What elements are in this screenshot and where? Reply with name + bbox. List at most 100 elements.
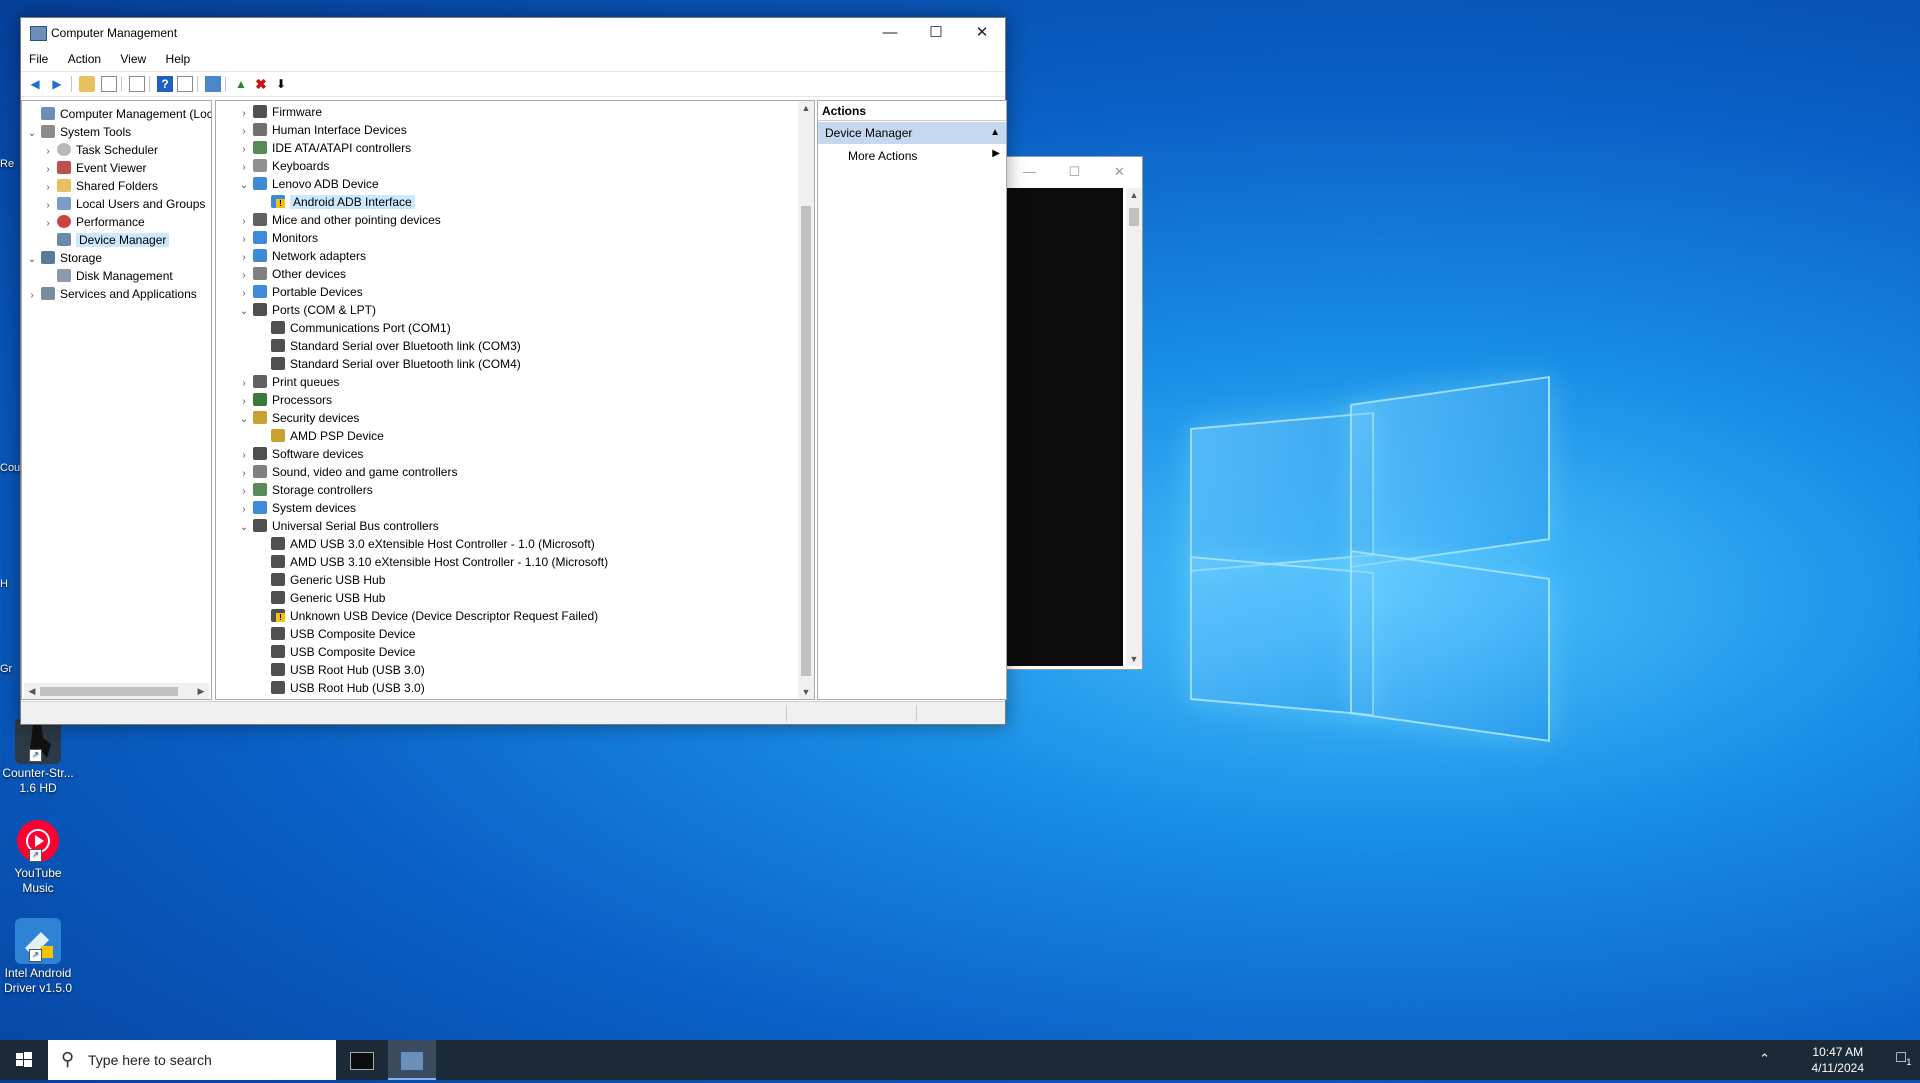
- show-hide-tree-icon[interactable]: [101, 76, 117, 92]
- forward-arrow-icon[interactable]: ▶: [49, 76, 65, 92]
- collapse-icon[interactable]: ▲: [990, 122, 1000, 144]
- device-tree-item[interactable]: AMD PSP Device: [256, 427, 384, 445]
- minimize-icon[interactable]: —: [1007, 157, 1052, 187]
- start-button[interactable]: [0, 1040, 48, 1080]
- device-tree-item[interactable]: Generic USB Hub: [256, 571, 385, 589]
- chevron-right-icon[interactable]: ›: [26, 287, 38, 305]
- chevron-down-icon[interactable]: ⌄: [238, 303, 250, 321]
- tree-item-local-users[interactable]: › Local Users and Groups: [42, 195, 205, 213]
- show-hide-action-pane-icon[interactable]: [177, 76, 193, 92]
- menu-action[interactable]: Action: [60, 48, 109, 70]
- device-tree-item[interactable]: › Portable Devices: [238, 283, 363, 301]
- maximize-icon[interactable]: ☐: [1052, 157, 1097, 187]
- tree-item-computer-management[interactable]: Computer Management (Local: [26, 105, 211, 123]
- device-tree-item[interactable]: › Monitors: [238, 229, 318, 247]
- device-tree-item[interactable]: Communications Port (COM1): [256, 319, 451, 337]
- console-tree[interactable]: Computer Management (Local ⌄ System Tools…: [21, 100, 212, 700]
- device-tree-item[interactable]: › Human Interface Devices: [238, 121, 407, 139]
- device-tree-item[interactable]: USB Root Hub (USB 3.0): [256, 679, 425, 697]
- chevron-down-icon[interactable]: ⌄: [238, 411, 250, 429]
- tree-item-system-tools[interactable]: ⌄ System Tools: [26, 123, 131, 141]
- update-driver-icon[interactable]: ▲: [233, 76, 249, 92]
- device-tree-item[interactable]: ⌄ Ports (COM & LPT): [238, 301, 376, 319]
- back-arrow-icon[interactable]: ◀: [27, 76, 43, 92]
- close-button[interactable]: ✕: [959, 18, 1005, 48]
- vertical-scrollbar[interactable]: ▲ ▼: [798, 101, 814, 699]
- titlebar[interactable]: Computer Management — ☐ ✕: [21, 18, 1005, 48]
- console-window[interactable]: — ☐ ✕ ▲ ▼: [1000, 156, 1143, 670]
- actions-section-device-manager[interactable]: Device Manager ▲: [818, 122, 1006, 144]
- device-tree-item[interactable]: › System devices: [238, 499, 356, 517]
- tree-item-task-scheduler[interactable]: › Task Scheduler: [42, 141, 158, 159]
- device-tree-item[interactable]: Standard Serial over Bluetooth link (COM…: [256, 355, 521, 373]
- tree-item-disk-management[interactable]: Disk Management: [42, 267, 173, 285]
- device-tree-item[interactable]: Generic USB Hub: [256, 589, 385, 607]
- tree-item-shared-folders[interactable]: › Shared Folders: [42, 177, 158, 195]
- device-tree-item[interactable]: Android ADB Interface: [256, 193, 415, 211]
- device-tree-item[interactable]: USB Root Hub (USB 3.0): [256, 661, 425, 679]
- properties-icon[interactable]: [129, 76, 145, 92]
- desktop-icon-fragment[interactable]: Re: [0, 158, 22, 170]
- device-tree-item[interactable]: › Keyboards: [238, 157, 329, 175]
- desktop-icon-fragment[interactable]: Gr: [0, 663, 22, 675]
- chevron-down-icon[interactable]: ⌄: [26, 251, 38, 269]
- desktop-icon-fragment[interactable]: H: [0, 578, 22, 590]
- device-tree-item[interactable]: › Network adapters: [238, 247, 366, 265]
- device-tree-item[interactable]: › IDE ATA/ATAPI controllers: [238, 139, 411, 157]
- computer-management-icon: [400, 1050, 424, 1071]
- device-tree-item[interactable]: ⌄ Security devices: [238, 409, 359, 427]
- device-tree-item[interactable]: › Storage controllers: [238, 481, 373, 499]
- menu-file[interactable]: File: [21, 48, 56, 70]
- chevron-down-icon[interactable]: ⌄: [26, 125, 38, 143]
- device-tree-item[interactable]: › Processors: [238, 391, 332, 409]
- device-tree-item[interactable]: AMD USB 3.0 eXtensible Host Controller -…: [256, 535, 595, 553]
- device-tree-item[interactable]: › Software devices: [238, 445, 363, 463]
- taskbar-search-box[interactable]: ⚲ Type here to search: [48, 1040, 336, 1080]
- desktop-icon-counter-strike[interactable]: ↗ Counter-Str... 1.6 HD: [0, 718, 76, 796]
- device-tree-item[interactable]: Standard Serial over Bluetooth link (COM…: [256, 337, 521, 355]
- device-tree-item[interactable]: › Print queues: [238, 373, 339, 391]
- device-tree-item[interactable]: ⌄ Universal Serial Bus controllers: [238, 517, 439, 535]
- minimize-button[interactable]: —: [867, 18, 913, 48]
- disable-device-icon[interactable]: ⬇: [273, 76, 289, 92]
- up-folder-icon[interactable]: [79, 76, 95, 92]
- tree-item-event-viewer[interactable]: › Event Viewer: [42, 159, 146, 177]
- chevron-down-icon[interactable]: ⌄: [238, 519, 250, 537]
- desktop-icon-fragment[interactable]: Cou 1.6: [0, 462, 22, 474]
- device-tree[interactable]: › Firmware › Human Interface Devices › IDE AT…: [215, 100, 815, 700]
- console-output[interactable]: [1007, 188, 1123, 666]
- close-icon[interactable]: ✕: [1097, 157, 1142, 187]
- menu-help[interactable]: Help: [158, 48, 199, 70]
- maximize-button[interactable]: ☐: [913, 18, 959, 48]
- show-hidden-icons-chevron-icon[interactable]: ⌃: [1759, 1051, 1770, 1067]
- device-tree-item[interactable]: USB Composite Device: [256, 625, 415, 643]
- device-tree-item[interactable]: USB Composite Device: [256, 643, 415, 661]
- help-icon[interactable]: ?: [157, 76, 173, 92]
- tree-item-services-applications[interactable]: › Services and Applications: [26, 285, 197, 303]
- chevron-down-icon[interactable]: ⌄: [238, 177, 250, 195]
- taskbar-clock[interactable]: 10:47 AM 4/11/2024: [1812, 1044, 1865, 1076]
- tree-item-performance[interactable]: › Performance: [42, 213, 145, 231]
- menu-view[interactable]: View: [112, 48, 154, 70]
- tree-item-device-manager[interactable]: Device Manager: [42, 231, 170, 249]
- taskbar-computer-management-app[interactable]: [388, 1040, 436, 1080]
- horizontal-scrollbar[interactable]: ◀ ▶: [24, 683, 209, 699]
- notification-center-button[interactable]: □ 1: [1896, 1049, 1911, 1067]
- console-titlebar[interactable]: — ☐ ✕: [1001, 157, 1142, 187]
- device-tree-item[interactable]: › Other devices: [238, 265, 346, 283]
- desktop-icon-youtube-music[interactable]: ↗ YouTube Music: [0, 818, 76, 896]
- device-tree-item[interactable]: AMD USB 3.10 eXtensible Host Controller …: [256, 553, 608, 571]
- device-tree-item[interactable]: › Sound, video and game controllers: [238, 463, 457, 481]
- computer-management-window[interactable]: Computer Management — ☐ ✕ File Action Vi…: [20, 17, 1007, 725]
- desktop-icon-intel-android-driver[interactable]: ↗ Intel Android Driver v1.5.0: [0, 918, 76, 996]
- device-tree-item[interactable]: › Mice and other pointing devices: [238, 211, 441, 229]
- device-tree-item[interactable]: Unknown USB Device (Device Descriptor Re…: [256, 607, 598, 625]
- device-tree-item[interactable]: ⌄ Lenovo ADB Device: [238, 175, 379, 193]
- device-tree-item[interactable]: › Firmware: [238, 103, 322, 121]
- console-scrollbar[interactable]: ▲ ▼: [1126, 188, 1142, 666]
- scan-hardware-icon[interactable]: [205, 76, 221, 92]
- tree-item-storage[interactable]: ⌄ Storage: [26, 249, 102, 267]
- uninstall-device-icon[interactable]: ✖: [253, 76, 269, 92]
- taskbar-terminal-app[interactable]: [338, 1040, 386, 1080]
- more-actions-item[interactable]: More Actions: [848, 146, 917, 166]
